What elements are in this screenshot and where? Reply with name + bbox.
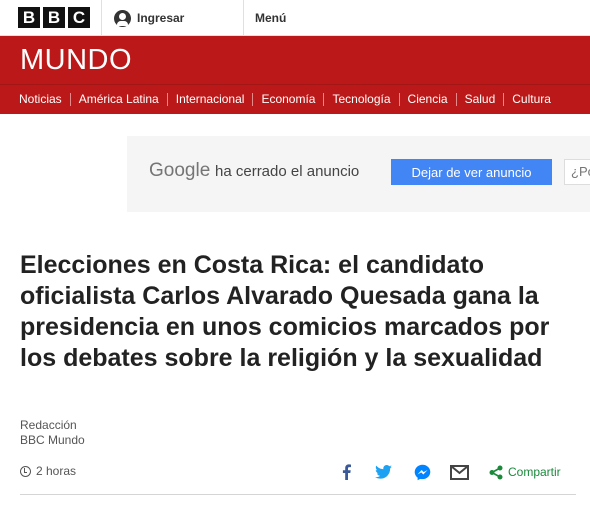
messenger-icon: [414, 464, 430, 480]
byline-org: BBC Mundo: [20, 433, 85, 447]
ad-closed-panel: Google ha cerrado el anuncio Dejar de ve…: [127, 136, 590, 212]
nav-item-internacional[interactable]: Internacional: [168, 93, 254, 106]
signin-label: Ingresar: [137, 11, 185, 25]
timestamp-label: 2 horas: [36, 464, 77, 478]
share-more-button[interactable]: Compartir: [489, 462, 569, 482]
bbc-logo-letter: B: [43, 7, 65, 28]
facebook-icon: [342, 464, 351, 480]
share-facebook-button[interactable]: [338, 462, 354, 482]
twitter-icon: [374, 465, 392, 479]
share-icon: [489, 465, 503, 479]
timestamp: 2 horas: [20, 464, 76, 478]
menu-button[interactable]: Menú: [255, 0, 286, 36]
stop-seeing-ad-button[interactable]: Dejar de ver anuncio: [391, 159, 552, 185]
email-icon: [449, 464, 469, 480]
byline: Redacción BBC Mundo: [20, 418, 85, 448]
user-icon: [114, 9, 131, 27]
share-email-button[interactable]: [449, 462, 469, 482]
why-this-ad-button[interactable]: ¿Po: [564, 159, 590, 185]
signin-button[interactable]: Ingresar: [101, 0, 244, 36]
section-nav: Noticias América Latina Internacional Ec…: [0, 84, 590, 114]
clock-icon: [20, 465, 31, 477]
nav-item-cultura[interactable]: Cultura: [504, 93, 559, 106]
ad-closed-text: ha cerrado el anuncio: [215, 163, 360, 180]
article-meta-bar: 2 horas Compartir: [20, 462, 576, 495]
nav-item-ciencia[interactable]: Ciencia: [400, 93, 457, 106]
nav-item-salud[interactable]: Salud: [457, 93, 505, 106]
bbc-logo-letter: B: [18, 7, 40, 28]
nav-item-america-latina[interactable]: América Latina: [71, 93, 168, 106]
share-label: Compartir: [508, 465, 561, 479]
bbc-logo[interactable]: B B C: [18, 7, 90, 28]
bbc-logo-letter: C: [68, 7, 90, 28]
nav-item-noticias[interactable]: Noticias: [11, 93, 71, 106]
nav-item-tecnologia[interactable]: Tecnología: [324, 93, 400, 106]
share-twitter-button[interactable]: [374, 462, 392, 482]
google-logo: Google: [149, 160, 211, 181]
article-headline: Elecciones en Costa Rica: el candidato o…: [20, 251, 550, 372]
share-messenger-button[interactable]: [413, 462, 431, 482]
section-header: MUNDO: [0, 36, 590, 84]
nav-item-economia[interactable]: Economía: [253, 93, 325, 106]
top-bar: B B C Ingresar Menú: [0, 0, 590, 36]
section-title[interactable]: MUNDO: [20, 44, 132, 77]
byline-role: Redacción: [20, 418, 77, 432]
